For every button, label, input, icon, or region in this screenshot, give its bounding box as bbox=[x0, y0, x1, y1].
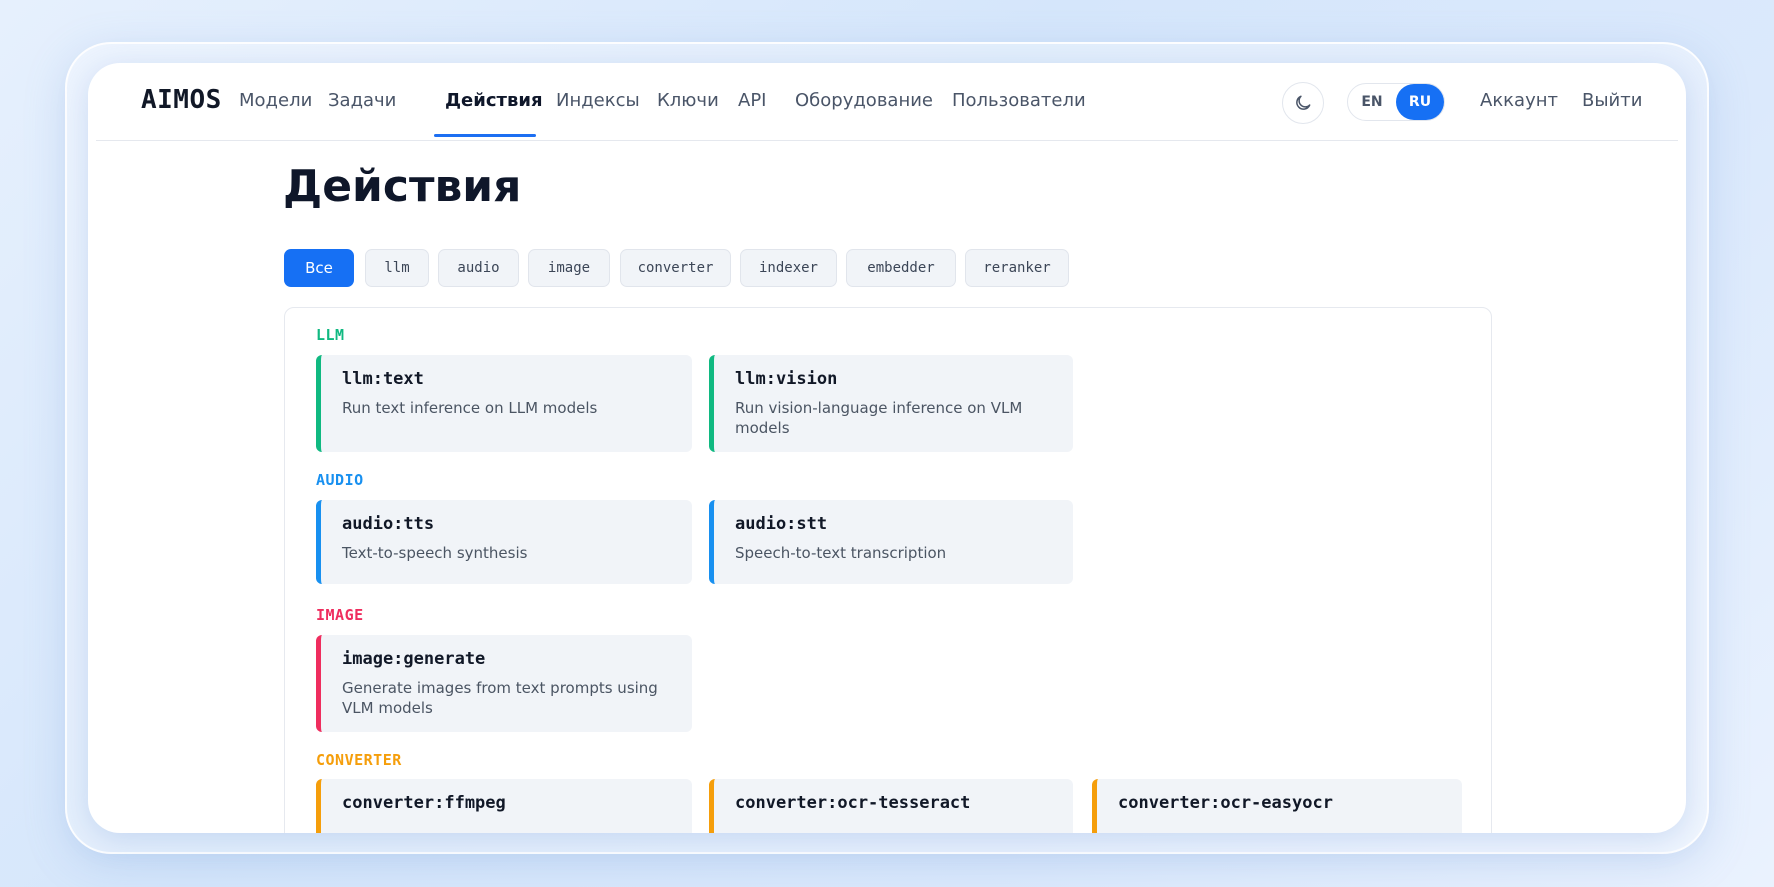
theme-toggle-button[interactable] bbox=[1282, 82, 1324, 124]
nav-item-actions[interactable]: Действия bbox=[445, 90, 543, 111]
filter-chip-indexer[interactable]: indexer bbox=[740, 249, 837, 287]
active-tab-indicator bbox=[434, 134, 536, 137]
card-description: Run vision-language inference on VLM mod… bbox=[735, 399, 1023, 437]
group-title-image: IMAGE bbox=[316, 606, 364, 624]
card-description: Speech-to-text transcription bbox=[735, 544, 947, 562]
card-title: llm:vision bbox=[735, 369, 838, 389]
filter-chip-reranker[interactable]: reranker bbox=[965, 249, 1069, 287]
action-card-llm-text[interactable]: llm:text Run text inference on LLM model… bbox=[316, 355, 692, 452]
logo[interactable]: AIMOS bbox=[141, 85, 222, 115]
top-nav: AIMOS Модели Задачи Действия Индексы Клю… bbox=[96, 63, 1678, 141]
nav-item-indexes[interactable]: Индексы bbox=[556, 90, 640, 111]
account-link[interactable]: Аккаунт bbox=[1480, 90, 1558, 111]
nav-item-users[interactable]: Пользователи bbox=[952, 90, 1086, 111]
filter-chip-audio[interactable]: audio bbox=[438, 249, 519, 287]
group-title-llm: LLM bbox=[316, 326, 345, 344]
card-title: audio:stt bbox=[735, 514, 828, 534]
filter-chip-image[interactable]: image bbox=[528, 249, 610, 287]
group-title-converter: CONVERTER bbox=[316, 751, 402, 769]
action-card-audio-stt[interactable]: audio:stt Speech-to-text transcription bbox=[709, 500, 1073, 584]
card-title: audio:tts bbox=[342, 514, 435, 534]
lang-en-button[interactable]: EN bbox=[1348, 84, 1396, 120]
card-description: Generate images from text prompts using … bbox=[342, 679, 658, 717]
filter-chip-llm[interactable]: llm bbox=[365, 249, 429, 287]
language-toggle: EN RU bbox=[1347, 83, 1445, 121]
nav-item-tasks[interactable]: Задачи bbox=[328, 90, 396, 111]
card-title: converter:ocr-easyocr bbox=[1118, 793, 1333, 813]
nav-item-models[interactable]: Модели bbox=[239, 90, 312, 111]
card-description: Text-to-speech synthesis bbox=[342, 544, 528, 562]
nav-item-api[interactable]: API bbox=[738, 90, 766, 111]
card-title: converter:ffmpeg bbox=[342, 793, 506, 813]
card-description: Run text inference on LLM models bbox=[342, 399, 598, 417]
action-card-image-generate[interactable]: image:generate Generate images from text… bbox=[316, 635, 692, 732]
action-card-converter-ocr-easyocr[interactable]: converter:ocr-easyocr bbox=[1092, 779, 1462, 833]
logout-link[interactable]: Выйти bbox=[1582, 90, 1642, 111]
moon-icon bbox=[1296, 95, 1311, 110]
action-card-converter-ocr-tesseract[interactable]: converter:ocr-tesseract bbox=[709, 779, 1073, 833]
group-title-audio: AUDIO bbox=[316, 471, 364, 489]
nav-item-keys[interactable]: Ключи bbox=[657, 90, 719, 111]
filter-chip-embedder[interactable]: embedder bbox=[846, 249, 956, 287]
card-title: llm:text bbox=[342, 369, 424, 389]
card-title: converter:ocr-tesseract bbox=[735, 793, 971, 813]
card-title: image:generate bbox=[342, 649, 486, 669]
action-card-converter-ffmpeg[interactable]: converter:ffmpeg bbox=[316, 779, 692, 833]
page-title: Действия bbox=[283, 161, 522, 212]
filter-chip-converter[interactable]: converter bbox=[620, 249, 731, 287]
action-card-llm-vision[interactable]: llm:vision Run vision-language inference… bbox=[709, 355, 1073, 452]
lang-ru-button[interactable]: RU bbox=[1396, 84, 1444, 120]
nav-item-hardware[interactable]: Оборудование bbox=[795, 90, 933, 111]
action-card-audio-tts[interactable]: audio:tts Text-to-speech synthesis bbox=[316, 500, 692, 584]
filter-chip-all[interactable]: Все bbox=[284, 249, 354, 287]
app-window: AIMOS Модели Задачи Действия Индексы Клю… bbox=[88, 63, 1686, 833]
